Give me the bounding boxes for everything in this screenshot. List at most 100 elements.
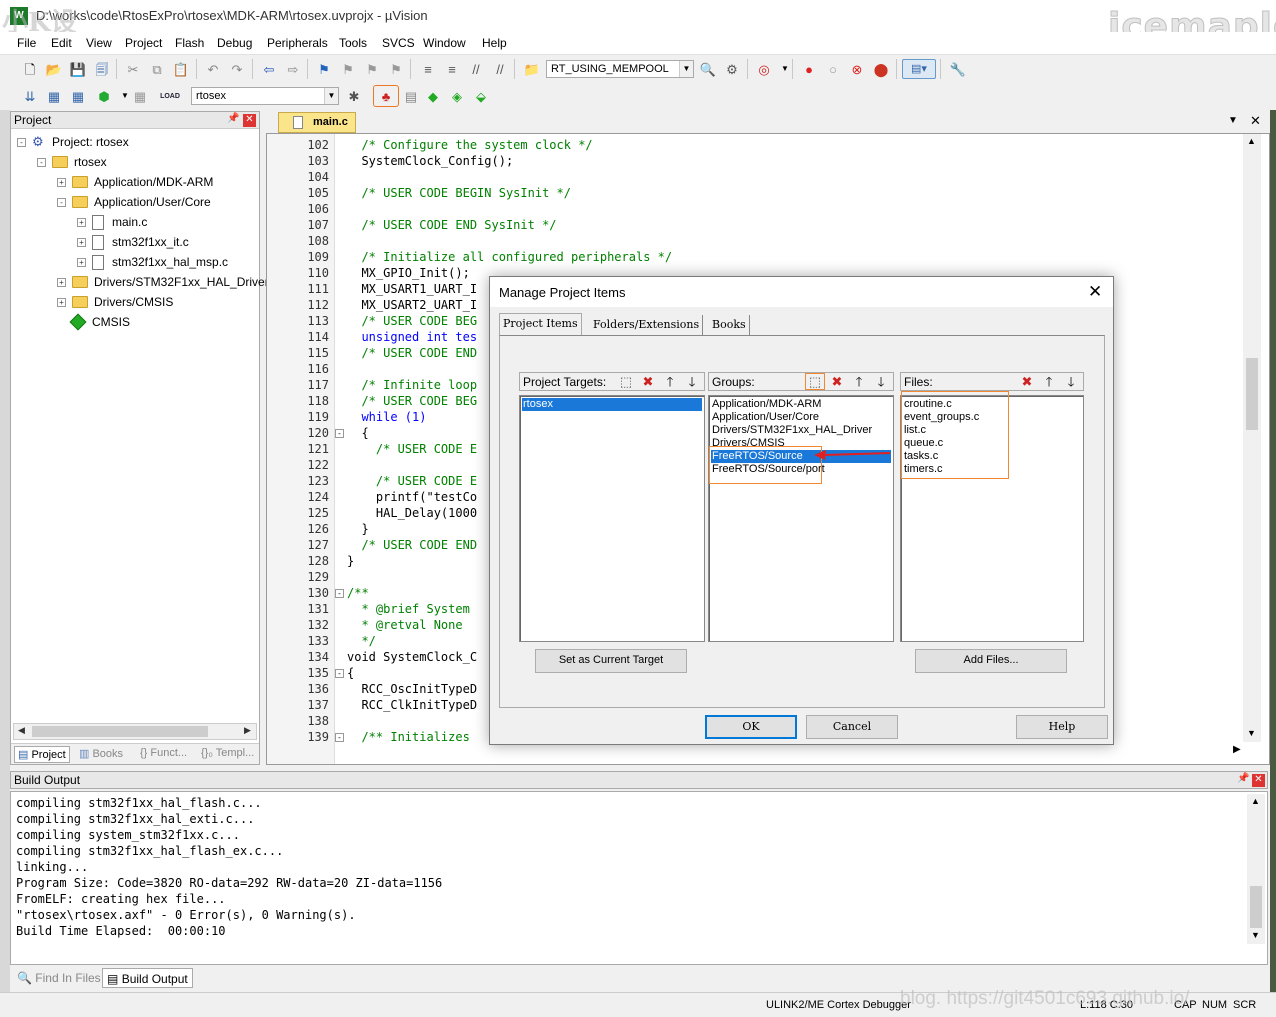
collapse-icon[interactable]: - [57,197,66,207]
tree-item[interactable]: - ⚙ Project: rtosex [17,132,129,152]
tree-item[interactable]: + Drivers/STM32F1xx_HAL_Driver [57,272,269,292]
group-item[interactable]: Drivers/CMSIS [711,437,786,450]
new-group-icon[interactable]: ⬚ [805,373,825,390]
copy-icon[interactable]: ⧉ [147,59,167,79]
tree-item[interactable]: + Drivers/CMSIS [57,292,173,312]
tree-item[interactable]: - rtosex [37,152,107,172]
nav-forward-icon[interactable]: ⇨ [283,59,303,79]
paste-icon[interactable]: 📋 [171,59,191,79]
menu-view[interactable]: View [86,36,112,50]
chevron-down-icon[interactable]: ▼ [1228,115,1238,126]
menu-window[interactable]: Window [423,36,466,50]
undo-icon[interactable]: ↶ [203,59,223,79]
batch-build-icon[interactable]: ⬢ [94,86,114,106]
delete-icon[interactable]: ✖ [828,374,846,389]
chevron-down-icon[interactable]: ▼ [679,61,693,77]
tab-templates[interactable]: {}₀ Templ... [198,746,257,763]
menu-help[interactable]: Help [482,36,507,50]
comment-icon[interactable]: // [466,59,486,79]
close-icon[interactable]: ✕ [243,114,256,127]
file-item[interactable]: queue.c [903,437,944,450]
collapse-icon[interactable]: - [17,137,26,147]
open-folder-icon[interactable]: 📂 [44,59,64,79]
file-item[interactable]: list.c [903,424,927,437]
build-icon[interactable]: ▦ [44,86,64,106]
target-options-icon[interactable]: ✱ [344,86,364,106]
file-item[interactable]: tasks.c [903,450,939,463]
scroll-thumb[interactable] [1246,358,1258,430]
install-packs-icon[interactable]: ⬙ [471,86,491,106]
menu-project[interactable]: Project [125,36,162,50]
menu-edit[interactable]: Edit [51,36,72,50]
tab-functions[interactable]: {} Funct... [137,746,190,763]
nav-back-icon[interactable]: ⇦ [259,59,279,79]
target-item[interactable]: rtosex [522,398,702,411]
save-icon[interactable]: 💾 [68,59,88,79]
ok-button[interactable]: OK [705,715,797,739]
tab-find-in-files[interactable]: 🔍 Find In Files [13,968,105,988]
tree-item[interactable]: + stm32f1xx_hal_msp.c [77,252,228,272]
find-icon[interactable]: 🔍 [698,59,718,79]
window-layout-icon[interactable]: ▤▾ [902,59,936,79]
delete-icon[interactable]: ✖ [639,374,657,389]
move-down-icon[interactable]: 🡓 [872,374,890,389]
tree-item[interactable]: CMSIS [57,312,130,332]
fold-toggle-icon[interactable]: - [335,733,344,742]
files-list[interactable]: croutine.c event_groups.c list.c queue.c… [900,395,1084,642]
tab-books[interactable]: Books [709,315,750,335]
cancel-button[interactable]: Cancel [806,715,898,739]
breakpoint-icon[interactable]: ● [799,59,819,79]
menu-flash[interactable]: Flash [175,36,204,50]
next-bookmark-icon[interactable]: ⚑ [362,59,382,79]
close-icon[interactable]: ✕ [1250,113,1261,129]
tab-books[interactable]: ▥ Books [76,746,126,763]
expand-icon[interactable]: + [77,217,86,227]
scroll-thumb[interactable] [32,726,208,737]
tab-project[interactable]: ▤ Project [14,746,70,763]
build-output-window[interactable]: compiling stm32f1xx_hal_flash.c... compil… [10,791,1268,965]
translate-icon[interactable]: ⇊ [20,86,40,106]
uncomment-icon[interactable]: // [490,59,510,79]
move-up-icon[interactable]: 🡑 [661,374,679,389]
pin-icon[interactable]: 📌 [1237,773,1249,784]
move-up-icon[interactable]: 🡑 [1040,374,1058,389]
disable-breakpoint-icon[interactable]: ○ [823,59,843,79]
expand-icon[interactable]: + [57,297,66,307]
group-item[interactable]: Drivers/STM32F1xx_HAL_Driver [711,424,873,437]
unindent-icon[interactable]: ≡ [442,59,462,79]
rebuild-icon[interactable]: ▦ [68,86,88,106]
scroll-down-icon[interactable]: ▼ [1247,728,1256,738]
find-in-files-icon[interactable]: 📁 [522,59,542,79]
indent-icon[interactable]: ≡ [418,59,438,79]
define-combo[interactable]: RT_USING_MEMPOOL ▼ [546,60,694,78]
expand-icon[interactable]: + [77,237,86,247]
tree-item[interactable]: - Application/User/Core [57,192,211,212]
prev-bookmark-icon[interactable]: ⚑ [338,59,358,79]
stop-build-icon[interactable]: ▦ [130,86,150,106]
vertical-scrollbar[interactable]: ▲ ▼ [1243,134,1261,742]
file-item[interactable]: croutine.c [903,398,953,411]
collapse-icon[interactable]: - [37,157,46,167]
menu-tools[interactable]: Tools [339,36,367,50]
tab-main-c[interactable]: main.c [278,112,356,133]
group-item[interactable]: Application/User/Core [711,411,820,424]
set-as-current-target-button[interactable]: Set as Current Target [535,649,687,673]
file-item[interactable]: timers.c [903,463,944,476]
scroll-right-icon[interactable]: ▶ [1233,744,1241,755]
save-all-icon[interactable]: 🗐 [92,59,112,79]
manage-project-items-icon[interactable]: ♣ [373,85,399,107]
horizontal-scrollbar[interactable]: ◀ ▶ [13,723,257,740]
vertical-scrollbar[interactable]: ▲ ▼ [1247,794,1265,944]
pack-installer-icon[interactable]: ◆ [423,86,443,106]
menu-peripherals[interactable]: Peripherals [267,36,328,50]
move-down-icon[interactable]: 🡓 [683,374,701,389]
help-button[interactable]: Help [1016,715,1108,739]
fold-toggle-icon[interactable]: - [335,669,344,678]
tab-folders-extensions[interactable]: Folders/Extensions [590,315,704,335]
menu-debug[interactable]: Debug [217,36,252,50]
bookmark-icon[interactable]: ⚑ [314,59,334,79]
tree-item[interactable]: + main.c [77,212,147,232]
scroll-down-icon[interactable]: ▼ [1251,930,1260,940]
new-file-icon[interactable]: 🗋 [20,59,40,79]
scroll-up-icon[interactable]: ▲ [1247,136,1256,146]
